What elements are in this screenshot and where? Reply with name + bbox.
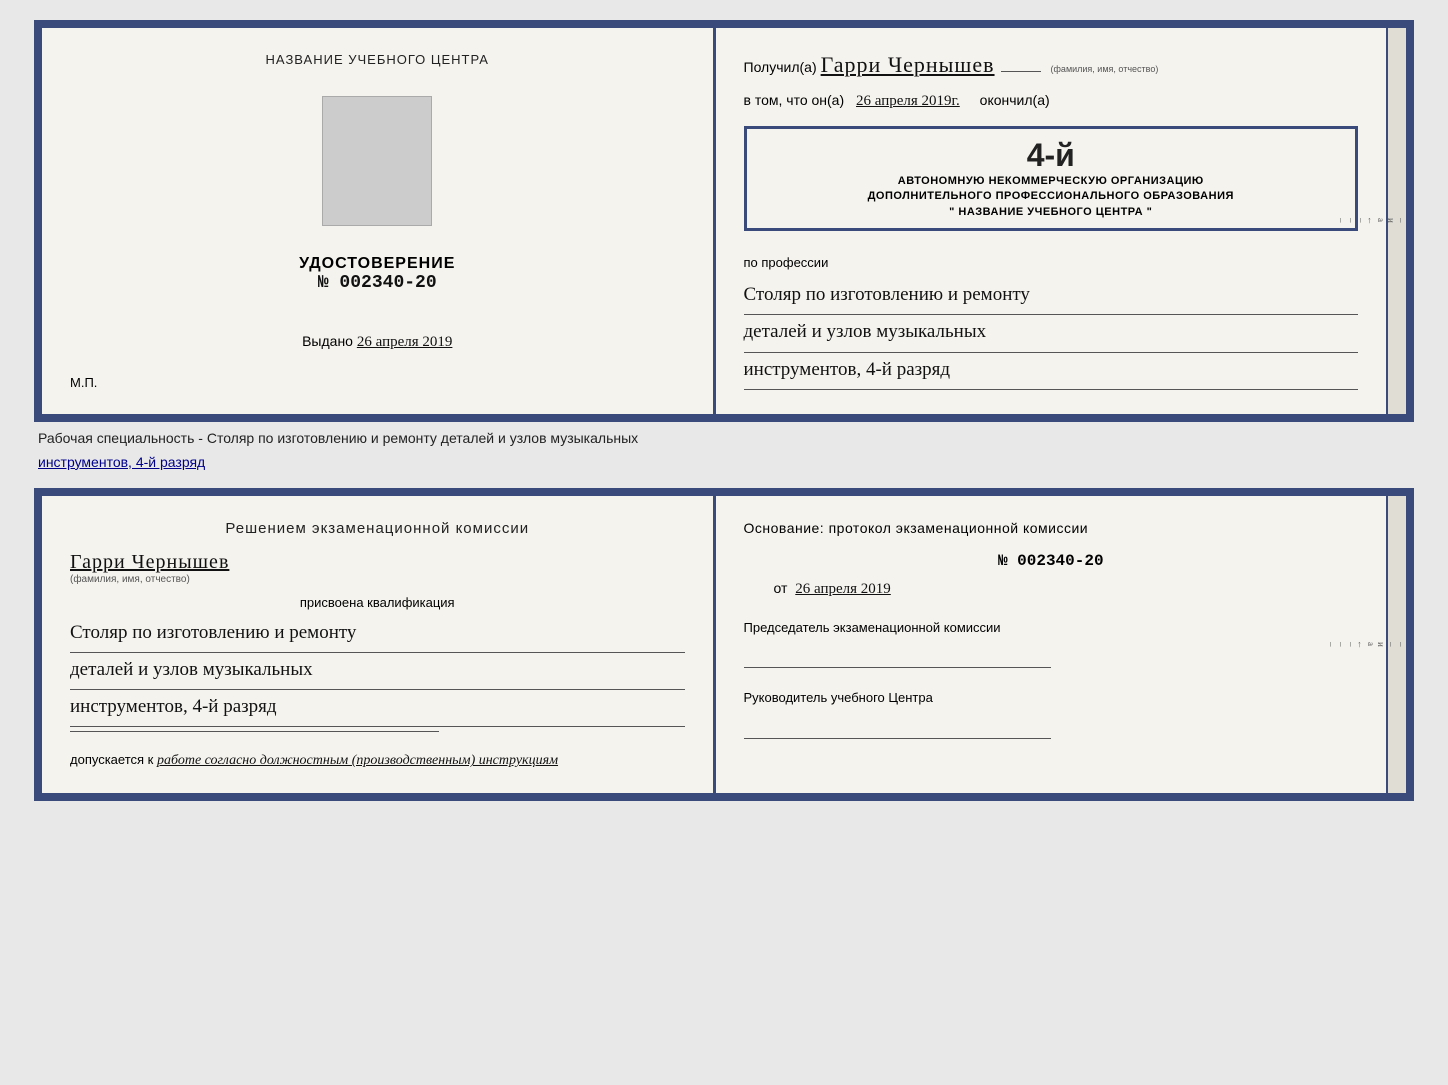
rukovoditel-signature-line xyxy=(744,738,1051,739)
dopuskaetsya-prefix: допускается к xyxy=(70,752,153,767)
stamp-line1: АВТОНОМНУЮ НЕКОММЕРЧЕСКУЮ ОРГАНИЗАЦИЮ xyxy=(761,174,1342,189)
booklet-person-block: Гарри Чернышев (фамилия, имя, отчество) xyxy=(70,551,685,585)
vydano-date: 26 апреля 2019 xyxy=(357,334,453,350)
stamp-line3: " НАЗВАНИЕ УЧЕБНОГО ЦЕНТРА " xyxy=(761,205,1342,220)
qual-line1: Столяр по изготовлению и ремонту xyxy=(70,616,685,653)
recipient-name: Гарри Чернышев xyxy=(821,52,995,78)
vtom-label: в том, что он(а) xyxy=(744,92,845,108)
prisvoena-label: присвоена квалификация xyxy=(70,595,685,610)
okonchil-label: окончил(а) xyxy=(980,92,1050,108)
blank-signature-line xyxy=(70,731,439,732)
profession-line2: деталей и узлов музыкальных xyxy=(744,315,1359,352)
profession-line1: Столяр по изготовлению и ремонту xyxy=(744,278,1359,315)
poluchil-label: Получил(a) xyxy=(744,59,817,75)
booklet-heading: Решением экзаменационной комиссии xyxy=(70,520,685,537)
dopuskaetsya-text: работе согласно должностным (производств… xyxy=(157,753,558,768)
booklet-person-name: Гарри Чернышев xyxy=(70,551,685,574)
diploma-center-title: НАЗВАНИЕ УЧЕБНОГО ЦЕНТРА xyxy=(266,52,489,67)
udostoverenie-label: УДОСТОВЕРЕНИЕ xyxy=(299,255,455,273)
date-issued: 26 апреля 2019г. xyxy=(856,93,960,109)
po-professii-label: по профессии xyxy=(744,255,1359,270)
diploma-number: № 002340-20 xyxy=(299,273,455,293)
qual-line3: инструментов, 4-й разряд xyxy=(70,690,685,727)
chairman-label: Председатель экзаменационной комиссии xyxy=(744,618,1359,638)
right-edge: – и а ← – – – xyxy=(1386,28,1406,414)
ot-line: от 26 апреля 2019 xyxy=(744,580,1359,598)
chairman-signature-line xyxy=(744,667,1051,668)
booklet-qualification: Столяр по изготовлению и ремонту деталей… xyxy=(70,616,685,728)
photo-placeholder xyxy=(322,96,432,226)
caption-line1: Рабочая специальность - Столяр по изгото… xyxy=(34,430,1414,446)
osnovanie-label: Основание: протокол экзаменационной коми… xyxy=(744,520,1359,536)
profession-block: Столяр по изготовлению и ремонту деталей… xyxy=(744,278,1359,390)
booklet-left-panel: Решением экзаменационной комиссии Гарри … xyxy=(42,496,716,794)
ot-date: 26 апреля 2019 xyxy=(795,581,891,597)
booklet-right-panel: Основание: протокол экзаменационной коми… xyxy=(716,496,1387,794)
stamp-year: 4-й xyxy=(761,137,1342,174)
ot-label: от xyxy=(774,580,788,596)
vtom-line: в том, что он(а) 26 апреля 2019г. окончи… xyxy=(744,92,1359,110)
vydano-line: Выдано 26 апреля 2019 xyxy=(302,333,452,351)
poluchil-line: Получил(a) Гарри Чернышев (фамилия, имя,… xyxy=(744,52,1359,78)
rukovoditel-label: Руководитель учебного Центра xyxy=(744,688,1359,708)
booklet-document: Решением экзаменационной комиссии Гарри … xyxy=(34,488,1414,802)
stamp-block: 4-й АВТОНОМНУЮ НЕКОММЕРЧЕСКУЮ ОРГАНИЗАЦИ… xyxy=(744,126,1359,231)
vydano-label: Выдано xyxy=(302,333,353,349)
booklet-fio-label: (фамилия, имя, отчество) xyxy=(70,574,685,585)
dopuskaetsya-line: допускается к работе согласно должностны… xyxy=(70,752,685,769)
booklet-right-edge: – – и а ← – – – xyxy=(1386,496,1406,794)
booklet-number: № 002340-20 xyxy=(744,552,1359,570)
fio-label-top: (фамилия, имя, отчество) xyxy=(1051,64,1159,74)
stamp-line2: ДОПОЛНИТЕЛЬНОГО ПРОФЕССИОНАЛЬНОГО ОБРАЗО… xyxy=(761,189,1342,204)
diploma-document: НАЗВАНИЕ УЧЕБНОГО ЦЕНТРА УДОСТОВЕРЕНИЕ №… xyxy=(34,20,1414,422)
udostoverenie-block: УДОСТОВЕРЕНИЕ № 002340-20 xyxy=(299,255,455,293)
diploma-right-panel: Получил(a) Гарри Чернышев (фамилия, имя,… xyxy=(716,28,1387,414)
profession-line3: инструментов, 4-й разряд xyxy=(744,353,1359,390)
mp-label: М.П. xyxy=(70,375,97,390)
qual-line2: деталей и узлов музыкальных xyxy=(70,653,685,690)
diploma-left-panel: НАЗВАНИЕ УЧЕБНОГО ЦЕНТРА УДОСТОВЕРЕНИЕ №… xyxy=(42,28,716,414)
caption-line2: инструментов, 4-й разряд xyxy=(34,454,1414,470)
